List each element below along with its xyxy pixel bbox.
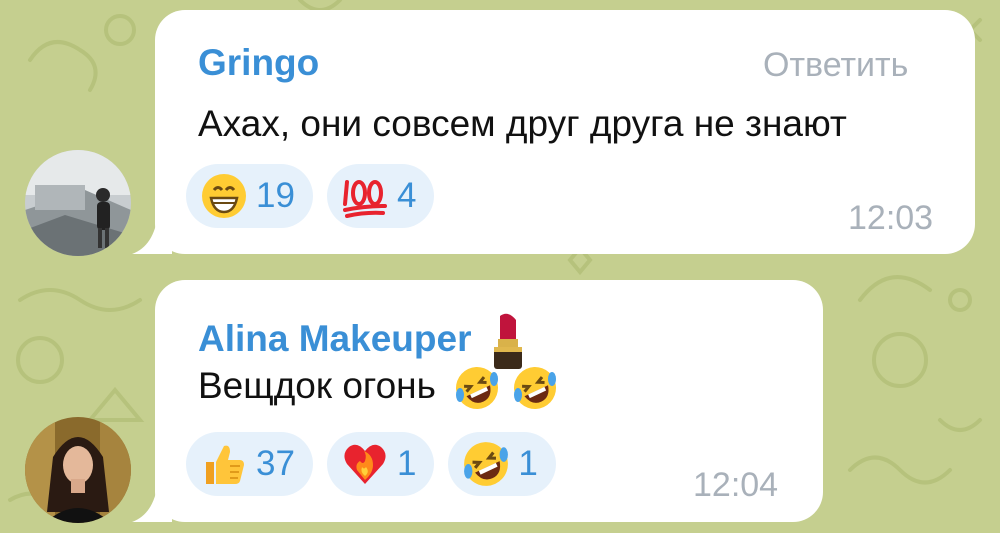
grinning-face-icon (200, 172, 248, 220)
message-time: 12:04 (693, 466, 779, 504)
heart-on-fire-icon (341, 440, 389, 488)
thumbs-up-icon (200, 440, 248, 488)
author-name: Alina Makeuper (198, 317, 472, 359)
reaction-button[interactable]: 19 (186, 164, 313, 228)
reaction-count: 19 (256, 176, 295, 215)
rolling-laughing-icon (512, 365, 558, 411)
message-author[interactable]: Alina Makeuper (198, 312, 528, 370)
reaction-button[interactable]: 1 (448, 432, 556, 496)
reply-button[interactable]: Ответить (763, 46, 908, 85)
message-author[interactable]: Gringo (198, 42, 319, 84)
avatar[interactable] (25, 417, 131, 523)
reaction-button[interactable]: 4 (326, 164, 435, 228)
message-text: Вещдок огонь (198, 365, 558, 411)
reaction-count: 4 (396, 176, 417, 215)
message-text-content: Вещдок огонь (198, 365, 436, 406)
message-text: Ахах, они совсем друг друга не знают (198, 103, 847, 144)
reaction-button[interactable]: 1 (326, 432, 435, 496)
rolling-laughing-icon (454, 365, 500, 411)
reaction-button[interactable]: 37 (186, 432, 313, 496)
avatar[interactable] (25, 150, 131, 256)
reaction-count: 1 (396, 444, 417, 483)
message-time: 12:03 (848, 199, 934, 237)
reaction-count: 37 (256, 444, 295, 483)
reactions-bar: 37 1 1 (186, 432, 556, 496)
lipstick-icon (488, 312, 528, 370)
reaction-count: 1 (518, 444, 538, 483)
rolling-laughing-icon (462, 440, 510, 488)
reactions-bar: 19 4 (186, 164, 435, 228)
hundred-points-icon (341, 172, 389, 220)
